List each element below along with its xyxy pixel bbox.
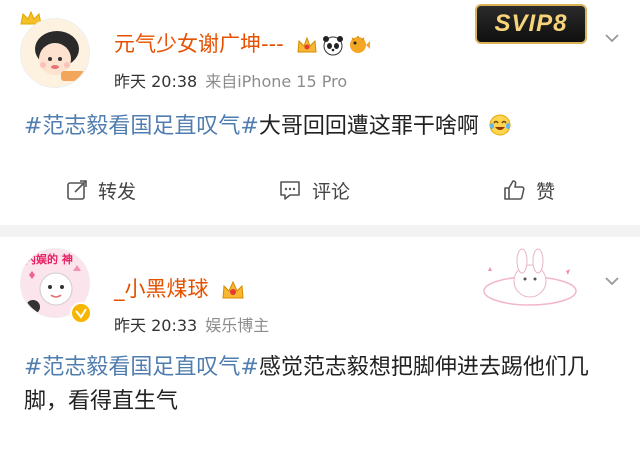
- avatar-sticker-text: 内娱的 神: [25, 253, 73, 266]
- post-source: 来自iPhone 15 Pro: [205, 72, 348, 91]
- decorative-sticker: [478, 247, 582, 317]
- topic-link[interactable]: #范志毅看国足直叹气#: [24, 355, 259, 380]
- crown-badge-icon: [222, 280, 244, 299]
- post-meta: 昨天 20:33 娱乐博主: [114, 312, 269, 336]
- repost-icon: [67, 180, 87, 200]
- topic-link[interactable]: #范志毅看国足直叹气#: [24, 114, 259, 139]
- chevron-down-icon[interactable]: [604, 30, 620, 46]
- post-content: #范志毅看国足直叹气#大哥回回遭这罪干啥啊: [24, 110, 624, 144]
- post-content: #范志毅看国足直叹气#感觉范志毅想把脚伸进去踢他们几脚，看得直生气: [24, 351, 610, 419]
- post-source: 娱乐博主: [205, 316, 270, 335]
- pufferfish-icon: [350, 36, 371, 53]
- chevron-down-icon[interactable]: [604, 273, 620, 289]
- like-button[interactable]: 赞: [502, 170, 555, 210]
- avatar[interactable]: [20, 18, 90, 88]
- thumbs-up-icon: [504, 180, 525, 200]
- post-text: 大哥回回遭这罪干啥啊: [258, 114, 479, 139]
- post-time: 昨天 20:38: [114, 72, 198, 91]
- username[interactable]: _小黑煤球: [114, 273, 245, 303]
- username[interactable]: 元气少女谢广坤---: [114, 28, 371, 58]
- post-meta: 昨天 20:38 来自iPhone 15 Pro: [114, 68, 347, 92]
- crown-badge-icon: [297, 36, 317, 53]
- laughing-tears-emoji-icon: [489, 114, 511, 136]
- like-label: 赞: [536, 180, 556, 203]
- weibo-post-1: 元气少女谢广坤--- SVIP8 昨天 20:38 来自iPhone 15 Pro…: [0, 0, 640, 225]
- comment-icon: [280, 181, 300, 200]
- post-time: 昨天 20:33: [114, 316, 198, 335]
- comment-button[interactable]: 评论: [278, 170, 350, 210]
- vip-badge: SVIP8: [475, 4, 587, 44]
- repost-label: 转发: [98, 180, 137, 203]
- weibo-post-2: 内娱的 神 _小黑煤球 昨天 20:33 娱乐博主 #范志毅看国足直叹气#感觉范志…: [0, 237, 640, 459]
- comment-label: 评论: [312, 180, 351, 203]
- action-bar: 转发 评论 赞: [0, 170, 640, 210]
- post-divider: [0, 225, 640, 237]
- verified-badge-icon: [70, 302, 92, 324]
- panda-icon: [323, 36, 344, 56]
- repost-button[interactable]: 转发: [66, 170, 136, 210]
